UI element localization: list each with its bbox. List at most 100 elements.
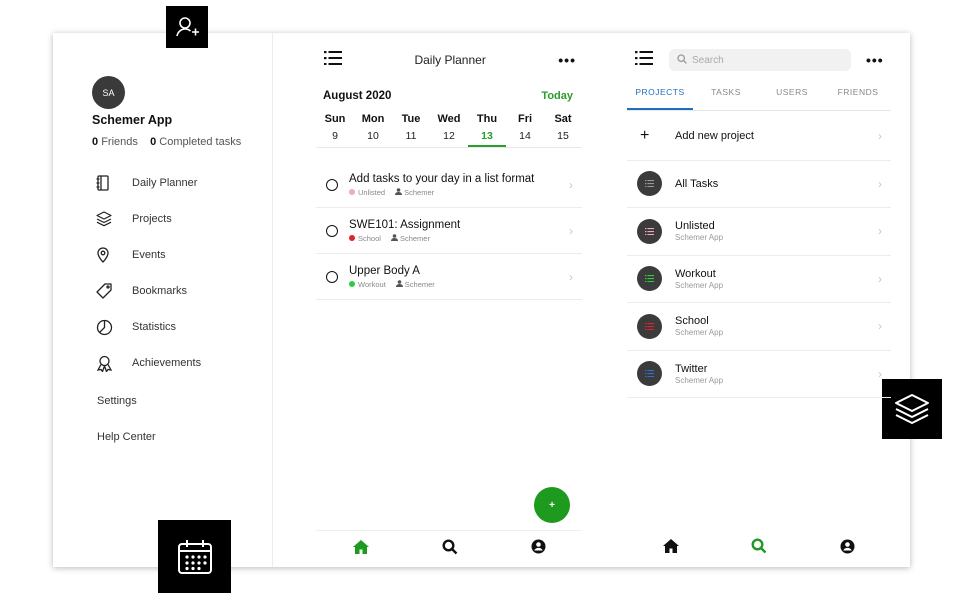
task-project: Workout (358, 279, 386, 289)
list-icon (637, 313, 662, 339)
task-row[interactable]: Add tasks to your day in a list format U… (316, 162, 582, 208)
task-meta: Unlisted Schemer (349, 188, 534, 197)
day-sat[interactable]: Sat 15 (544, 110, 582, 147)
sidebar-item-label: Statistics (132, 321, 177, 333)
task-project: School (358, 233, 381, 243)
more-options-icon[interactable]: ••• (558, 52, 576, 68)
chevron-right-icon: › (878, 271, 882, 286)
task-list: Add tasks to your day in a list format U… (316, 162, 582, 300)
layers-icon (96, 211, 132, 227)
project-color-dot (349, 281, 355, 287)
day-mon[interactable]: Mon 10 (354, 110, 392, 147)
day-name: Sat (554, 113, 572, 125)
day-date: 14 (519, 130, 531, 142)
sidebar-item-bookmarks[interactable]: Bookmarks (96, 273, 266, 309)
menu-icon[interactable] (635, 50, 653, 70)
today-button[interactable]: Today (541, 90, 573, 102)
home-icon[interactable] (663, 539, 680, 558)
profile-icon[interactable] (840, 539, 855, 559)
project-title: Unlisted (675, 220, 715, 233)
task-row[interactable]: Upper Body A Workout Schemer › (316, 254, 582, 300)
chevron-right-icon: › (569, 223, 573, 238)
person-icon (390, 233, 398, 243)
day-sun[interactable]: Sun 9 (316, 110, 354, 147)
task-meta: School Schemer (349, 234, 460, 243)
sidebar-bottom-links: Settings Help Center (97, 389, 156, 461)
tab-tasks[interactable]: TASKS (693, 87, 759, 110)
award-icon (96, 355, 132, 372)
sidebar-item-label: Bookmarks (132, 285, 188, 297)
tab-projects[interactable]: PROJECTS (627, 87, 693, 110)
task-checkbox[interactable] (326, 270, 338, 283)
profile-icon[interactable] (531, 539, 546, 559)
more-options-icon[interactable]: ••• (866, 52, 884, 68)
pie-chart-icon (96, 319, 132, 336)
task-project: Unlisted (358, 187, 386, 197)
search-icon (677, 53, 687, 67)
sidebar-item-label: Events (132, 249, 166, 261)
day-tue[interactable]: Tue 11 (392, 110, 430, 147)
day-wed[interactable]: Wed 12 (430, 110, 468, 147)
chevron-right-icon: › (878, 176, 882, 191)
bottom-tab-bar (316, 530, 582, 567)
project-title: Workout (675, 267, 716, 280)
sidebar-item-label: Daily Planner (132, 177, 198, 189)
day-date: 9 (332, 130, 338, 142)
search-icon[interactable] (751, 538, 767, 559)
settings-link[interactable]: Settings (97, 389, 156, 425)
task-owner: Schemer (404, 187, 435, 197)
avatar[interactable]: SA (92, 76, 125, 109)
sidebar-item-statistics[interactable]: Statistics (96, 309, 266, 345)
project-list: + Add new project › All Tasks › Unlisted… (627, 113, 891, 398)
task-row[interactable]: SWE101: Assignment School Schemer › (316, 208, 582, 254)
project-row-workout[interactable]: Workout Schemer App › (627, 256, 891, 303)
tab-users[interactable]: USERS (759, 87, 825, 110)
list-icon (637, 266, 662, 292)
search-placeholder: Search (692, 54, 724, 66)
completed-count: 0 (150, 136, 157, 148)
task-owner: Schemer (404, 279, 435, 289)
day-fri[interactable]: Fri 14 (506, 110, 544, 147)
sidebar-item-projects[interactable]: Projects (96, 201, 266, 237)
day-name: Tue (401, 113, 421, 125)
add-project-row[interactable]: + Add new project › (627, 113, 891, 161)
sidebar-item-daily-planner[interactable]: Daily Planner (96, 165, 266, 201)
sidebar-item-label: Achievements (132, 357, 202, 369)
project-row-unlisted[interactable]: Unlisted Schemer App › (627, 208, 891, 256)
search-input[interactable]: Search (669, 49, 851, 71)
chevron-right-icon: › (569, 177, 573, 192)
day-name: Wed (437, 113, 461, 125)
sidebar-item-events[interactable]: Events (96, 237, 266, 273)
home-icon[interactable] (352, 539, 369, 559)
task-checkbox[interactable] (326, 224, 338, 237)
day-date: 11 (405, 130, 417, 142)
friends-label: Friends (101, 136, 138, 148)
menu-icon[interactable] (324, 50, 342, 70)
sidebar-item-achievements[interactable]: Achievements (96, 345, 266, 381)
list-icon (637, 218, 662, 244)
search-icon[interactable] (441, 538, 458, 560)
project-subtitle: Schemer App (675, 328, 724, 338)
page-title: Daily Planner (414, 53, 486, 67)
task-checkbox[interactable] (326, 178, 338, 191)
project-row-school[interactable]: School Schemer App › (627, 303, 891, 351)
task-title: Add tasks to your day in a list format (349, 172, 535, 185)
week-strip: Sun 9 Mon 10 Tue 11 Wed 12 Thu 13 Fri 14 Sat 15 (316, 110, 582, 148)
list-icon (637, 361, 662, 387)
task-title: Upper Body A (349, 264, 420, 277)
project-color-dot (349, 235, 355, 241)
project-row-twitter[interactable]: Twitter Schemer App › (627, 351, 891, 398)
profile-stats: 0 Friends 0 Completed tasks (92, 136, 241, 148)
daily-planner-panel: Daily Planner ••• August 2020 Today Sun 9… (316, 33, 582, 567)
project-row-all-tasks[interactable]: All Tasks › (627, 161, 891, 208)
sidebar: SA Schemer App 0 Friends 0 Completed tas… (53, 33, 273, 567)
tab-friends[interactable]: FRIENDS (825, 87, 891, 110)
day-thu-selected[interactable]: Thu 13 (468, 110, 506, 147)
help-center-link[interactable]: Help Center (97, 425, 156, 461)
person-icon (395, 187, 403, 197)
day-date: 13 (481, 130, 493, 142)
project-subtitle: Schemer App (675, 375, 724, 385)
projects-topbar: Search ••• (627, 33, 891, 87)
add-project-label: Add new project (675, 130, 754, 143)
add-task-button[interactable]: + (534, 487, 570, 523)
